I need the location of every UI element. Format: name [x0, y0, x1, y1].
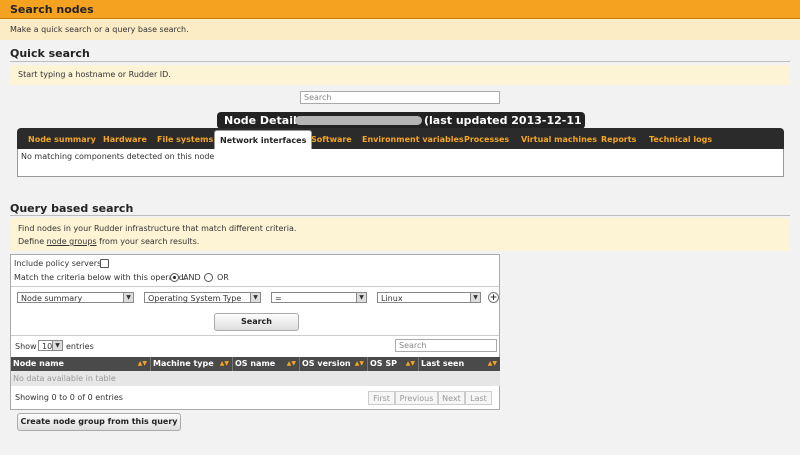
query-search-title: Query based search — [10, 202, 134, 215]
desc-suffix: from your search results. — [96, 237, 200, 246]
operand-or-radio[interactable] — [204, 273, 213, 282]
query-search-desc-line1: Find nodes in your Rudder infrastructure… — [18, 224, 297, 233]
operand-and-label: AND — [183, 273, 201, 282]
chevron-down-icon: ▼ — [470, 293, 480, 302]
form-divider-2 — [11, 335, 499, 336]
query-search-divider — [10, 215, 790, 216]
no-data-row: No data available in table — [11, 371, 500, 386]
page-length-value: 10 — [42, 342, 53, 351]
quick-search-hint: Start typing a hostname or Rudder ID. — [18, 70, 171, 79]
include-policy-servers-checkbox[interactable] — [100, 259, 109, 268]
criteria-value-value: Linux — [381, 294, 403, 303]
col-os-name[interactable]: OS name ▲▼ — [233, 357, 300, 371]
tab-network-interfaces[interactable]: Network interfaces — [214, 130, 313, 150]
quick-search-hint-box: Start typing a hostname or Rudder ID. — [10, 65, 790, 85]
col-node-name-label: Node name — [13, 359, 64, 368]
tab-panel-message: No matching components detected on this … — [21, 152, 215, 161]
operand-or-label: OR — [217, 273, 229, 282]
criteria-comparator-value: = — [275, 294, 282, 303]
tab-software[interactable]: Software — [311, 128, 352, 149]
col-os-sp[interactable]: OS SP ▲▼ — [368, 357, 419, 371]
tab-node-summary[interactable]: Node summary — [28, 128, 96, 149]
desc-prefix: Define — [18, 237, 47, 246]
add-criterion-icon[interactable]: + — [488, 292, 499, 303]
show-label: Show — [15, 342, 37, 351]
col-last-seen[interactable]: Last seen ▲▼ — [419, 357, 500, 371]
chevron-down-icon: ▼ — [250, 293, 260, 302]
col-machine-type[interactable]: Machine type ▲▼ — [151, 357, 233, 371]
tab-technical-logs[interactable]: Technical logs — [649, 128, 712, 149]
criteria-attribute-value: Operating System Type — [148, 294, 242, 303]
query-form: Include policy servers: Match the criter… — [10, 254, 500, 410]
page-title: Search nodes — [10, 3, 94, 16]
col-os-version-label: OS version — [302, 359, 351, 368]
criteria-object-value: Node summary — [21, 294, 83, 303]
table-info: Showing 0 to 0 of 0 entries — [15, 393, 123, 402]
quick-search-title: Quick search — [10, 47, 90, 60]
tab-hardware[interactable]: Hardware — [103, 128, 147, 149]
tab-reports[interactable]: Reports — [601, 128, 636, 149]
sort-icon: ▲▼ — [286, 360, 296, 367]
create-node-group-button[interactable]: Create node group from this query — [17, 413, 181, 431]
page-header: Search nodes — [0, 0, 800, 19]
entries-label: entries — [66, 342, 94, 351]
include-policy-servers-label: Include policy servers: — [14, 259, 104, 268]
col-last-seen-label: Last seen — [421, 359, 465, 368]
results-table-header: Node name ▲▼ Machine type ▲▼ OS name ▲▼ OS … — [11, 357, 500, 371]
tab-file-systems[interactable]: File systems — [157, 128, 213, 149]
redacted-hostname — [295, 116, 422, 125]
criteria-value-select[interactable]: Linux ▼ — [377, 292, 481, 303]
pagination-next[interactable]: Next — [438, 391, 465, 405]
criteria-object-select[interactable]: Node summary ▼ — [17, 292, 134, 303]
page-description-box: Make a quick search or a query base sear… — [0, 19, 800, 40]
operand-and-radio[interactable] — [170, 273, 179, 282]
query-search-desc-line2: Define node groups from your search resu… — [18, 237, 199, 246]
form-divider — [11, 286, 499, 287]
criteria-comparator-select[interactable]: = ▼ — [271, 292, 367, 303]
tab-processes[interactable]: Processes — [464, 128, 509, 149]
quick-search-input[interactable] — [300, 91, 500, 104]
tab-panel: No matching components detected on this … — [17, 149, 784, 177]
node-details-tabs: Node summary Hardware File systems Netwo… — [17, 128, 784, 150]
sort-icon: ▲▼ — [219, 360, 229, 367]
tab-environment-variables[interactable]: Environment variables — [362, 128, 464, 149]
quick-search-divider — [10, 61, 790, 62]
col-os-name-label: OS name — [235, 359, 276, 368]
node-groups-link[interactable]: node groups — [47, 237, 97, 246]
criteria-attribute-select[interactable]: Operating System Type ▼ — [144, 292, 261, 303]
pagination-previous[interactable]: Previous — [395, 391, 438, 405]
chevron-down-icon: ▼ — [52, 341, 62, 350]
node-details-title: Node Details - (last updated 2013-12-11 … — [217, 112, 585, 140]
operand-label: Match the criteria below with this opera… — [14, 273, 187, 282]
col-os-version[interactable]: OS version ▲▼ — [300, 357, 368, 371]
query-search-desc-box: Find nodes in your Rudder infrastructure… — [10, 218, 790, 251]
chevron-down-icon: ▼ — [356, 293, 366, 302]
page-length-select[interactable]: 10 ▼ — [38, 340, 63, 351]
sort-icon: ▲▼ — [405, 360, 415, 367]
pagination-last[interactable]: Last — [465, 391, 492, 405]
chevron-down-icon: ▼ — [123, 293, 133, 302]
table-filter-input[interactable] — [395, 339, 497, 352]
search-button[interactable]: Search — [214, 313, 299, 331]
tab-virtual-machines[interactable]: Virtual machines — [521, 128, 597, 149]
sort-icon: ▲▼ — [137, 360, 147, 367]
sort-icon: ▲▼ — [487, 360, 497, 367]
sort-icon: ▲▼ — [354, 360, 364, 367]
col-node-name[interactable]: Node name ▲▼ — [11, 357, 151, 371]
col-machine-type-label: Machine type — [153, 359, 214, 368]
pagination-first[interactable]: First — [368, 391, 395, 405]
page-description: Make a quick search or a query base sear… — [10, 25, 189, 34]
col-os-sp-label: OS SP — [370, 359, 397, 368]
